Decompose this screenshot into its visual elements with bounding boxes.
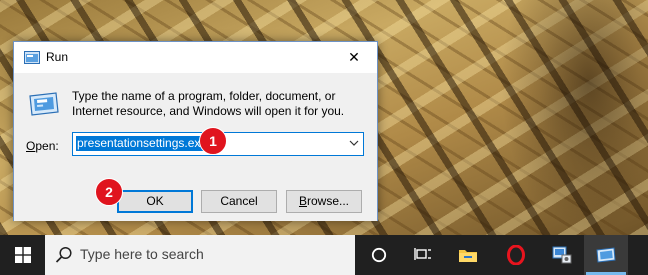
taskbar-search-box[interactable]: Type here to search [45,235,355,275]
search-icon [55,246,72,263]
ok-button[interactable]: OK [117,190,193,213]
task-view-icon [414,248,431,260]
wallpaper-shadow [500,0,648,235]
close-button[interactable]: ✕ [331,42,377,73]
presentation-settings-button[interactable] [540,235,584,275]
file-explorer-button[interactable] [446,235,490,275]
taskbar: Type here to search [0,235,648,275]
run-dialog: Run ✕ Type the name of a program, folder… [13,41,378,221]
chevron-down-icon[interactable] [349,138,359,148]
run-icon [596,247,616,263]
dialog-description: Type the name of a program, folder, docu… [72,89,345,118]
browse-button[interactable]: Browse... [286,190,362,213]
cortana-button[interactable] [357,235,401,275]
browse-label: rowse... [307,194,350,208]
open-label-text: pen: [35,139,59,153]
dialog-title: Run [46,50,69,64]
cancel-button[interactable]: Cancel [201,190,277,213]
presentation-settings-icon [552,246,572,264]
run-title-icon [24,51,40,64]
opera-button[interactable] [494,235,538,275]
task-view-button[interactable] [401,235,445,275]
step-badge-1: 1 [199,127,227,155]
search-placeholder: Type here to search [80,246,204,262]
run-taskbar-button[interactable] [584,235,628,275]
run-program-icon [29,92,59,116]
browse-accesskey: B [298,194,307,208]
open-label: Open: [26,139,59,153]
cortana-icon [371,247,387,263]
step-badge-2: 2 [95,178,123,206]
title-bar[interactable]: Run ✕ [14,42,377,73]
open-label-accesskey: O [26,139,36,153]
opera-icon [507,245,525,265]
file-explorer-icon [459,250,477,262]
start-button[interactable] [0,235,46,275]
open-input-value[interactable]: presentationsettings.exe [76,136,209,151]
windows-start-icon [15,247,31,263]
